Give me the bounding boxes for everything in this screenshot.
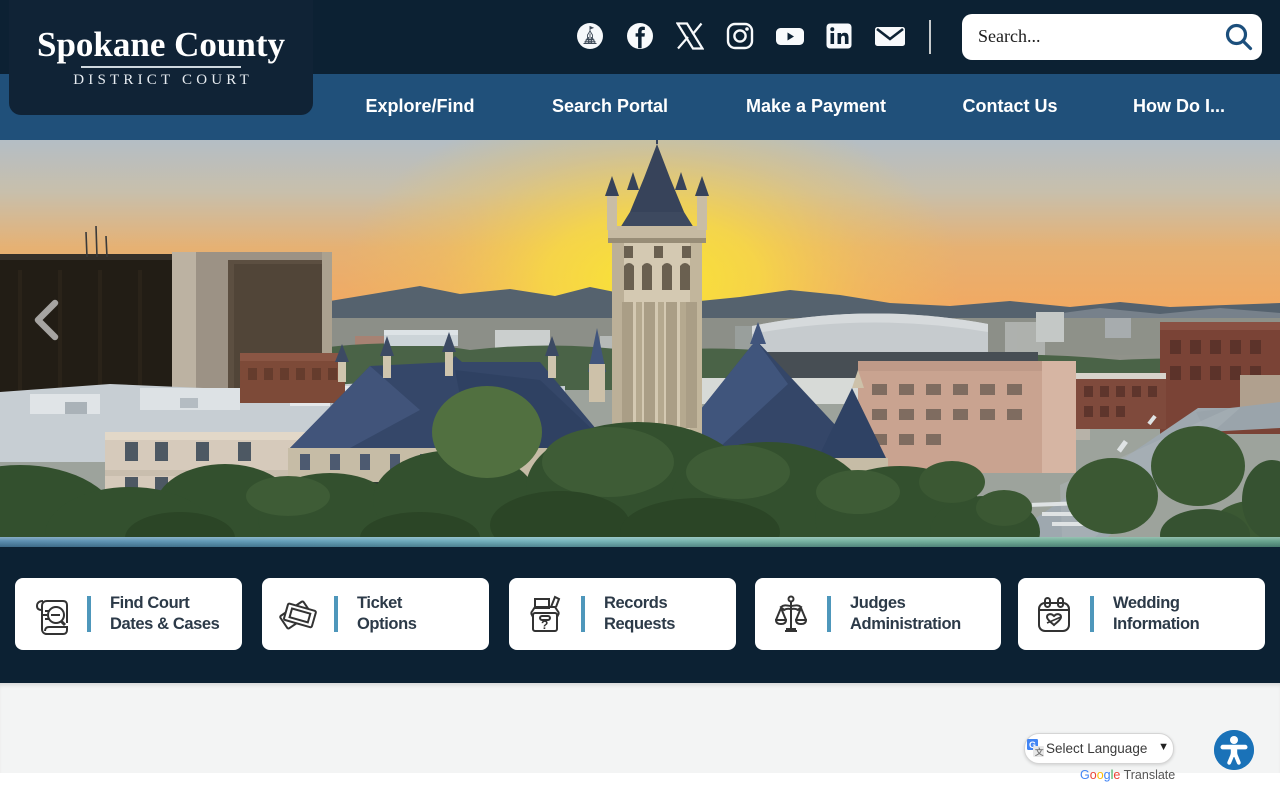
svg-text:?: ? [541, 618, 548, 632]
svg-text:文: 文 [1035, 747, 1044, 757]
